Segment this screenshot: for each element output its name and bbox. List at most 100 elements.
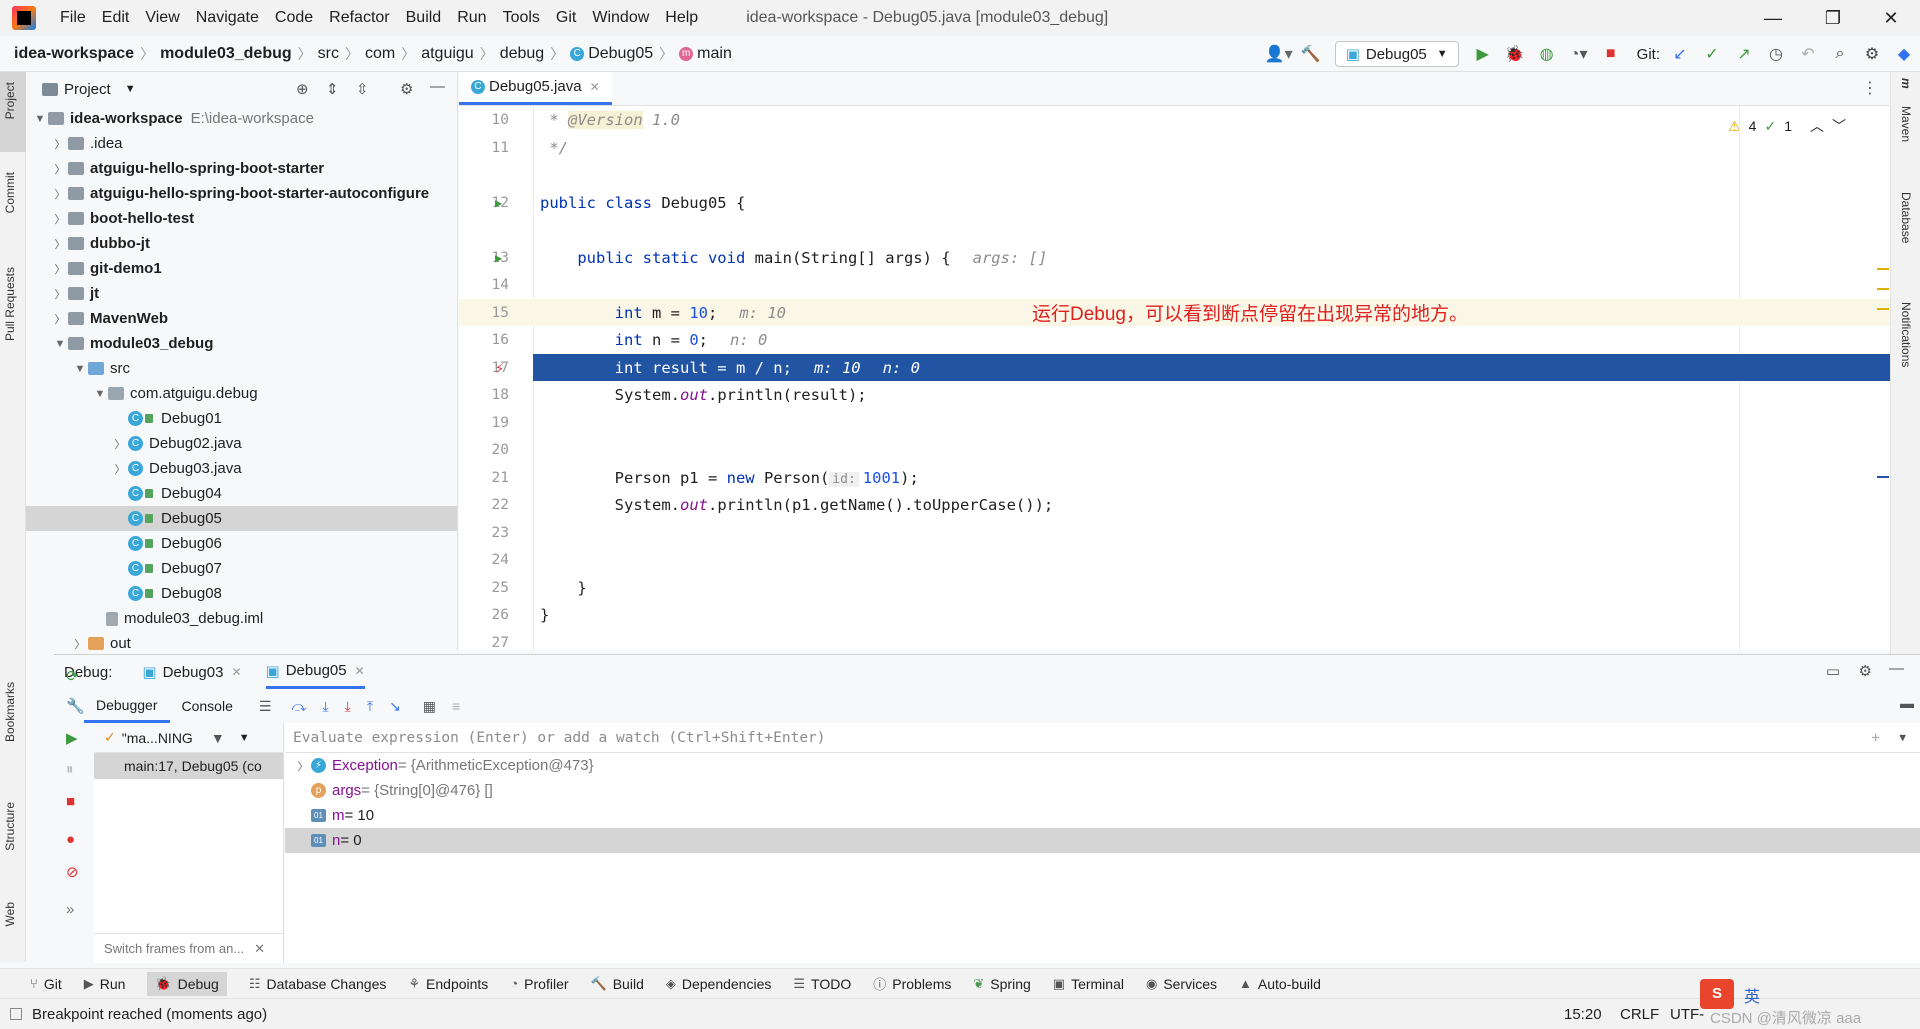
- tree-item-class[interactable]: 〉 C Debug03.java: [26, 456, 457, 481]
- history-icon[interactable]: ◷: [1762, 40, 1790, 68]
- locate-icon[interactable]: ⊕: [296, 80, 309, 98]
- chevron-right-icon[interactable]: 〉: [112, 461, 128, 477]
- close-icon[interactable]: ✕: [254, 941, 265, 957]
- tree-root[interactable]: ▼ idea-workspace E:\idea-workspace: [26, 106, 457, 131]
- menu-view[interactable]: View: [137, 9, 187, 27]
- user-icon[interactable]: 👤▾: [1265, 40, 1293, 68]
- menu-help[interactable]: Help: [657, 9, 706, 27]
- chevron-right-icon[interactable]: 〉: [52, 236, 68, 252]
- chevron-right-icon[interactable]: 〉: [52, 311, 68, 327]
- tree-item-out[interactable]: 〉 out: [26, 631, 457, 650]
- close-tab-icon[interactable]: ✕: [231, 665, 241, 679]
- structure-tool-tab[interactable]: Structure: [3, 802, 17, 851]
- caret-position[interactable]: 15:20: [1564, 1006, 1602, 1023]
- chevron-down-icon[interactable]: ▼: [1899, 731, 1906, 744]
- chevron-down-icon[interactable]: ▼: [92, 388, 108, 400]
- hide-panel-icon[interactable]: —: [430, 78, 445, 95]
- search-icon[interactable]: ⌕: [1826, 40, 1854, 68]
- problems-tool-window[interactable]: ⓘ Problems: [873, 974, 951, 993]
- menu-run[interactable]: Run: [449, 9, 494, 27]
- chevron-down-icon[interactable]: ▼: [125, 83, 136, 95]
- tree-item[interactable]: 〉 jt: [26, 281, 457, 306]
- tree-item-class[interactable]: C Debug06: [26, 531, 457, 556]
- menu-window[interactable]: Window: [584, 9, 657, 27]
- thread-selector[interactable]: ✓ "ma...NING ▼ ▼: [94, 723, 283, 753]
- chevron-right-icon[interactable]: 〉: [52, 211, 68, 227]
- run-tool-window[interactable]: ▶ Run: [84, 976, 126, 992]
- code-line[interactable]: 23: [459, 519, 1890, 546]
- dependencies-tool-window[interactable]: ◈ Dependencies: [666, 976, 772, 992]
- code-line[interactable]: 12 ▶ public class Debug05 {: [459, 189, 1890, 216]
- bookmarks-tool-tab[interactable]: Bookmarks: [3, 682, 17, 742]
- filter-icon[interactable]: ▼: [211, 730, 225, 746]
- file-encoding[interactable]: UTF-: [1670, 1006, 1704, 1023]
- run-gutter-icon[interactable]: ▶: [495, 196, 502, 210]
- project-tool-tab[interactable]: Project: [3, 82, 17, 119]
- code-line[interactable]: 14: [459, 271, 1890, 298]
- stop-icon[interactable]: ■: [66, 793, 75, 810]
- evaluate-expression-icon[interactable]: ▦: [423, 698, 436, 715]
- step-over-icon[interactable]: ⤼: [291, 698, 306, 715]
- code-line[interactable]: 10 * @Version 1.0: [459, 106, 1890, 133]
- variable-row-selected[interactable]: 01 n = 0: [285, 828, 1920, 853]
- breadcrumb-debug[interactable]: debug: [500, 45, 545, 63]
- chevron-right-icon[interactable]: 〉: [72, 636, 88, 651]
- force-step-into-icon[interactable]: ⤓: [345, 698, 351, 715]
- code-line[interactable]: 11 */: [459, 134, 1890, 161]
- menu-code[interactable]: Code: [267, 9, 321, 27]
- project-panel-title[interactable]: Project: [64, 81, 111, 98]
- services-tool-window[interactable]: ◉ Services: [1146, 976, 1217, 992]
- stack-frame[interactable]: main:17, Debug05 (co: [94, 753, 283, 779]
- breadcrumb-atguigu[interactable]: atguigu: [421, 45, 474, 63]
- menu-refactor[interactable]: Refactor: [321, 9, 397, 27]
- code-line-breakpoint[interactable]: 17 ⚡ int result = m / n; m: 10 n: 0: [459, 354, 1890, 381]
- more-icon[interactable]: »: [66, 901, 74, 918]
- code-line[interactable]: 22 System.out.println(p1.getName().toUpp…: [459, 491, 1890, 518]
- menu-build[interactable]: Build: [398, 9, 450, 27]
- code-line[interactable]: 16 int n = 0; n: 0: [459, 326, 1890, 353]
- debug-session-tab[interactable]: ▣ Debug03 ✕: [142, 663, 241, 682]
- git-push-icon[interactable]: ↗: [1730, 40, 1758, 68]
- chevron-down-icon[interactable]: ▼: [72, 363, 88, 375]
- chevron-right-icon[interactable]: 〉: [112, 436, 128, 452]
- evaluate-expression-input[interactable]: Evaluate expression (Enter) or add a wat…: [285, 723, 1920, 753]
- database-changes-tool-window[interactable]: ☷ Database Changes: [249, 976, 387, 992]
- collapse-all-icon[interactable]: ⇳: [356, 80, 369, 98]
- toggle-tool-windows-icon[interactable]: [10, 1008, 22, 1020]
- code-line-current[interactable]: 15 int m = 10; m: 10 运行Debug，可以看到断点停留在出现异常…: [459, 299, 1890, 326]
- chevron-right-icon[interactable]: 〉: [52, 136, 68, 152]
- tree-item-class[interactable]: C Debug07: [26, 556, 457, 581]
- debugger-tab[interactable]: Debugger: [84, 689, 170, 723]
- tree-item-class[interactable]: 〉 C Debug02.java: [26, 431, 457, 456]
- pull-requests-tool-tab[interactable]: Pull Requests: [3, 267, 17, 341]
- breadcrumb-file[interactable]: C Debug05: [570, 45, 653, 63]
- profiler-tool-window[interactable]: ◔ Profiler: [510, 976, 568, 992]
- tree-item[interactable]: 〉 atguigu-hello-spring-boot-starter: [26, 156, 457, 181]
- database-tool-tab[interactable]: Database: [1899, 192, 1913, 243]
- restore-layout-icon[interactable]: ▬: [1900, 695, 1914, 711]
- tree-item-class-selected[interactable]: C Debug05: [26, 506, 457, 531]
- mute-breakpoints-icon[interactable]: ⊘: [66, 863, 79, 881]
- debug-session-tab-active[interactable]: ▣ Debug05 ✕: [265, 655, 365, 689]
- maven-tool-tab[interactable]: Maven: [1899, 106, 1913, 142]
- coverage-icon[interactable]: ◍: [1533, 40, 1561, 68]
- breadcrumb-method[interactable]: m main: [679, 45, 732, 63]
- variable-row[interactable]: p args = {String[0]@476} []: [285, 778, 1920, 803]
- tree-item-iml[interactable]: module03_debug.iml: [26, 606, 457, 631]
- menu-file[interactable]: File: [52, 9, 94, 27]
- tree-item[interactable]: 〉 dubbo-jt: [26, 231, 457, 256]
- code-line-empty[interactable]: [459, 216, 1890, 243]
- build-hammer-icon[interactable]: 🔨: [1297, 40, 1325, 68]
- jetbrains-icon[interactable]: ◆: [1890, 40, 1918, 68]
- spring-tool-window[interactable]: ❦ Spring: [973, 976, 1030, 992]
- rollback-icon[interactable]: ↶: [1794, 40, 1822, 68]
- tree-item[interactable]: 〉 git-demo1: [26, 256, 457, 281]
- menu-navigate[interactable]: Navigate: [188, 9, 267, 27]
- show-execution-point-icon[interactable]: ☰: [259, 698, 272, 715]
- expand-all-icon[interactable]: ⇕: [326, 80, 339, 98]
- code-line[interactable]: 18 System.out.println(result);: [459, 381, 1890, 408]
- git-update-icon[interactable]: ↙: [1666, 40, 1694, 68]
- menu-git[interactable]: Git: [548, 9, 584, 27]
- tree-item[interactable]: 〉 MavenWeb: [26, 306, 457, 331]
- breadcrumb-module[interactable]: module03_debug: [160, 45, 292, 63]
